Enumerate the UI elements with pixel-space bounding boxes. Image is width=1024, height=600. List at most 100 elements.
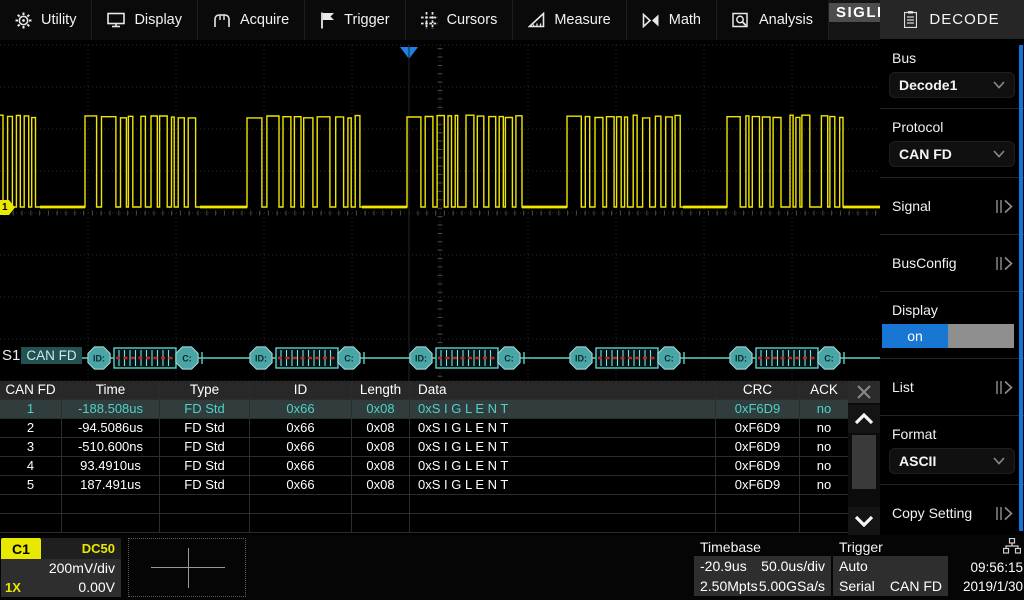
bus-protocol-label: CAN FD bbox=[21, 347, 81, 364]
table-cell: 0x08 bbox=[352, 457, 410, 475]
svg-text:C:: C: bbox=[824, 354, 834, 364]
table-cell: no bbox=[800, 400, 848, 418]
clock-block: 09:56:15 2019/1/30 bbox=[951, 538, 1023, 597]
format-select[interactable]: ASCII bbox=[889, 448, 1015, 474]
table-scroll-thumb[interactable] bbox=[852, 435, 876, 489]
svg-text:ID:: ID: bbox=[93, 354, 105, 364]
table-cell bbox=[62, 514, 160, 532]
table-cell: Type bbox=[160, 381, 250, 399]
table-cell bbox=[352, 514, 410, 532]
menu-item-label: Utility bbox=[41, 12, 76, 28]
table-scroll-down-button[interactable] bbox=[848, 507, 880, 535]
table-cell bbox=[62, 495, 160, 513]
menu-item-cursors[interactable]: Cursors bbox=[406, 0, 514, 40]
svg-text:ID:: ID: bbox=[255, 354, 267, 364]
oscilloscope-screen: Utility Display Acquire Trigger CursorsMeasu… bbox=[0, 0, 1024, 600]
protocol-label: Protocol bbox=[892, 119, 1024, 135]
table-scroll-up-button[interactable] bbox=[848, 405, 880, 433]
table-row[interactable]: 3-510.600nsFD Std0x660x080xS I G L E N T… bbox=[0, 438, 848, 457]
table-cell: Time bbox=[62, 381, 160, 399]
table-cell: 0x66 bbox=[250, 438, 352, 456]
svg-text:ID:: ID: bbox=[415, 354, 427, 364]
chevron-up-icon bbox=[854, 413, 874, 425]
table-row[interactable]: 493.4910usFD Std0x660x080xS I G L E N T0… bbox=[0, 457, 848, 476]
table-cell: 0xS I G L E N T bbox=[410, 438, 716, 456]
bus-select[interactable]: Decode1 bbox=[889, 72, 1015, 98]
menu-item-utility[interactable]: Utility bbox=[0, 0, 92, 40]
menu-item-trigger[interactable]: Trigger bbox=[305, 0, 405, 40]
decode-frame: ID: C: bbox=[730, 347, 844, 369]
trigger-label: Trigger bbox=[833, 538, 948, 556]
protocol-select[interactable]: CAN FD bbox=[889, 141, 1015, 167]
menu-item-label: Analysis bbox=[759, 12, 813, 28]
svg-text:C:: C: bbox=[182, 354, 192, 364]
table-cell: CAN FD bbox=[0, 381, 62, 399]
table-cell: 0x66 bbox=[250, 419, 352, 437]
top-menubar: Utility Display Acquire Trigger CursorsMeasu… bbox=[0, 0, 880, 40]
table-empty-row bbox=[0, 514, 848, 533]
format-label: Format bbox=[892, 426, 1024, 442]
table-cell: 0xS I G L E N T bbox=[410, 419, 716, 437]
timebase-label: Timebase bbox=[694, 538, 831, 556]
table-cell: FD Std bbox=[160, 419, 250, 437]
flag-icon bbox=[320, 12, 335, 29]
display-toggle-off[interactable] bbox=[948, 324, 1014, 348]
table-cell bbox=[410, 495, 716, 513]
table-cell: -188.508us bbox=[62, 400, 160, 418]
menu-item-label: Trigger bbox=[344, 12, 389, 28]
side-arrow-icon bbox=[995, 199, 1014, 214]
chevron-down-icon bbox=[993, 81, 1005, 89]
channel1-badge[interactable]: C1 bbox=[1, 538, 41, 559]
timebase-descriptor[interactable]: Timebase -20.9us 50.0us/div 2.50Mpts 5.0… bbox=[694, 538, 831, 596]
channel1-descriptor[interactable]: C1 DC50 200mV/div 1X 0.00V bbox=[1, 538, 121, 597]
table-cell: 1 bbox=[0, 400, 62, 418]
side-arrow-icon bbox=[995, 256, 1014, 271]
sidebar-scrollbar[interactable] bbox=[1019, 45, 1023, 531]
table-cell bbox=[250, 495, 352, 513]
table-row[interactable]: 2-94.5086usFD Std0x660x080xS I G L E N T… bbox=[0, 419, 848, 438]
table-cell: 0x66 bbox=[250, 476, 352, 494]
display-label: Display bbox=[892, 302, 1024, 318]
display-toggle-on[interactable]: on bbox=[882, 324, 948, 348]
busconfig-menu-item[interactable]: BusConfig bbox=[880, 237, 1024, 289]
table-cell: 0x08 bbox=[352, 400, 410, 418]
table-cell bbox=[160, 514, 250, 532]
add-channel-placeholder[interactable] bbox=[128, 538, 246, 597]
menu-item-measure[interactable]: Measure bbox=[513, 0, 626, 40]
table-cell bbox=[160, 495, 250, 513]
table-row[interactable]: 1-188.508usFD Std0x660x080xS I G L E N T… bbox=[0, 400, 848, 419]
copy-setting-menu-item[interactable]: Copy Setting bbox=[880, 487, 1024, 539]
display-toggle[interactable]: on bbox=[882, 324, 1014, 348]
decode-sidebar: Bus Decode1 Protocol CAN FD Signal BusCo… bbox=[880, 40, 1024, 535]
table-cell: -510.600ns bbox=[62, 438, 160, 456]
side-arrow-icon bbox=[995, 380, 1014, 395]
clock-time: 09:56:15 bbox=[951, 558, 1023, 577]
table-cell: 187.491us bbox=[62, 476, 160, 494]
clock-date: 2019/1/30 bbox=[951, 577, 1023, 596]
trigger-descriptor[interactable]: Trigger Auto Serial CAN FD bbox=[833, 538, 948, 596]
signal-menu-item[interactable]: Signal bbox=[880, 180, 1024, 232]
svg-text:C:: C: bbox=[344, 354, 354, 364]
menu-item-math[interactable]: Math bbox=[627, 0, 717, 40]
table-cell: 93.4910us bbox=[62, 457, 160, 475]
menu-item-acquire[interactable]: Acquire bbox=[198, 0, 305, 40]
copy-setting-label: Copy Setting bbox=[892, 505, 995, 521]
table-scrollbar bbox=[848, 381, 880, 535]
table-cell bbox=[0, 495, 62, 513]
table-row[interactable]: 5187.491usFD Std0x660x080xS I G L E N T0… bbox=[0, 476, 848, 495]
table-close-button[interactable] bbox=[848, 381, 880, 403]
waveform-display[interactable]: ID:C:ID:C:ID:C:ID:C:ID:C: 1 S1 CAN FD CA… bbox=[0, 40, 880, 535]
table-cell: FD Std bbox=[160, 457, 250, 475]
table-cell: ID bbox=[250, 381, 352, 399]
menu-item-label: Display bbox=[134, 12, 182, 28]
table-cell: 0xF6D9 bbox=[716, 400, 800, 418]
network-icon[interactable] bbox=[1003, 538, 1021, 554]
menu-item-analysis[interactable]: Analysis bbox=[717, 0, 829, 40]
side-arrow-icon bbox=[995, 506, 1014, 521]
menu-item-display[interactable]: Display bbox=[92, 0, 198, 40]
svg-text:ID:: ID: bbox=[735, 354, 747, 364]
list-menu-item[interactable]: List bbox=[880, 361, 1024, 413]
table-cell bbox=[352, 495, 410, 513]
channel1-probe: 1X bbox=[1, 578, 21, 597]
channel1-offset: 0.00V bbox=[21, 578, 121, 597]
